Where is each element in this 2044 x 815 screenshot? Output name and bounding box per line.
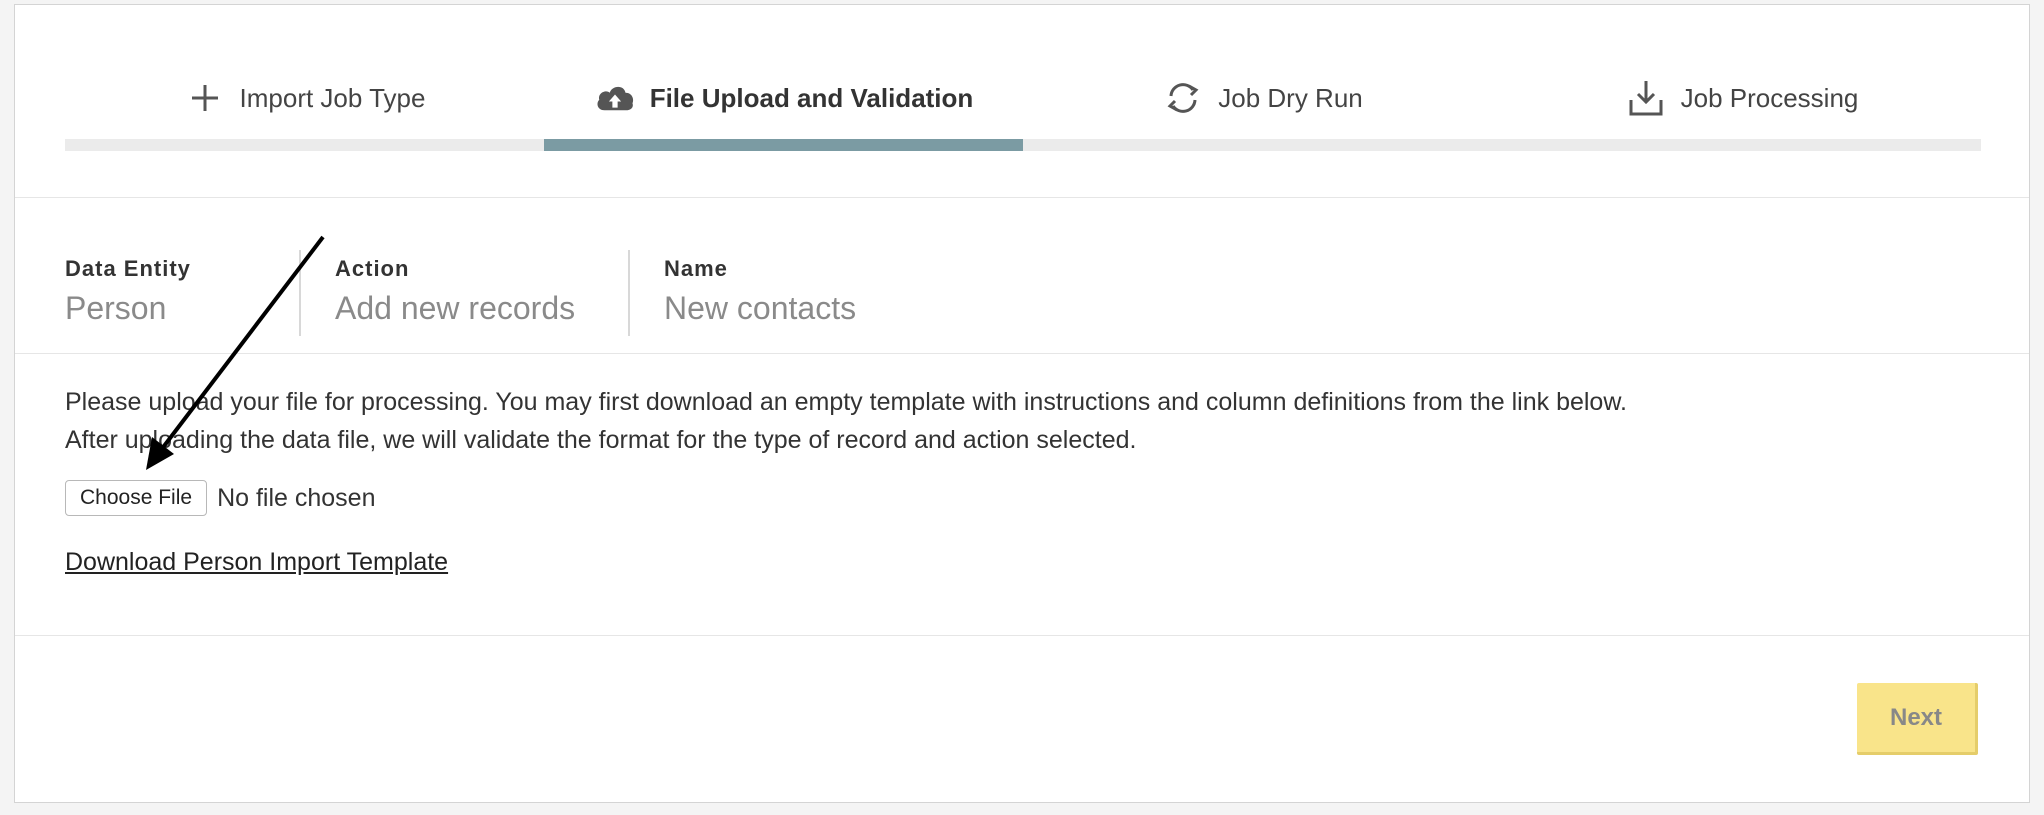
summary-value: New contacts [664, 290, 857, 326]
download-template-link[interactable]: Download Person Import Template [65, 548, 448, 577]
step-job-processing[interactable]: Job Processing [1502, 57, 1981, 139]
instructions-line: After uploading the data file, we will v… [65, 426, 1137, 454]
step-label: Job Dry Run [1218, 82, 1363, 113]
file-status: No file chosen [217, 483, 376, 512]
summary-value: Person [65, 290, 167, 326]
progress-active-segment [544, 139, 1023, 151]
upload-instructions: Please upload your file for processing. … [65, 383, 1627, 459]
wizard-stepper: Import Job Type File Upload and Validati… [65, 57, 1981, 151]
summary-label: Name [664, 256, 728, 281]
next-button[interactable]: Next [1857, 683, 1978, 755]
summary-label: Data Entity [65, 256, 191, 281]
step-file-upload[interactable]: File Upload and Validation [544, 57, 1023, 139]
plus-icon [184, 77, 226, 119]
step-label: Import Job Type [239, 82, 426, 113]
choose-file-button[interactable]: Choose File [65, 480, 208, 516]
section-divider [15, 635, 2029, 636]
progress-track [65, 139, 1981, 151]
summary-label: Action [335, 256, 410, 281]
summary-data-entity: Data Entity Person [65, 250, 299, 336]
section-divider [15, 197, 2029, 198]
summary-name: Name New contacts [628, 250, 886, 336]
file-input: Choose File No file chosen [65, 480, 376, 516]
summary-value: Add new records [335, 290, 576, 326]
step-import-job-type[interactable]: Import Job Type [65, 57, 544, 139]
step-label: Job Processing [1680, 82, 1859, 113]
import-wizard-card: Import Job Type File Upload and Validati… [14, 4, 2030, 803]
cloud-upload-icon [594, 77, 636, 119]
step-label: File Upload and Validation [649, 82, 974, 113]
summary-action: Action Add new records [299, 250, 628, 336]
step-job-dry-run[interactable]: Job Dry Run [1023, 57, 1502, 139]
job-summary: Data Entity Person Action Add new record… [65, 250, 886, 336]
download-icon [1625, 77, 1667, 119]
section-divider [15, 353, 2029, 354]
refresh-icon [1162, 77, 1204, 119]
instructions-line: Please upload your file for processing. … [65, 388, 1627, 416]
